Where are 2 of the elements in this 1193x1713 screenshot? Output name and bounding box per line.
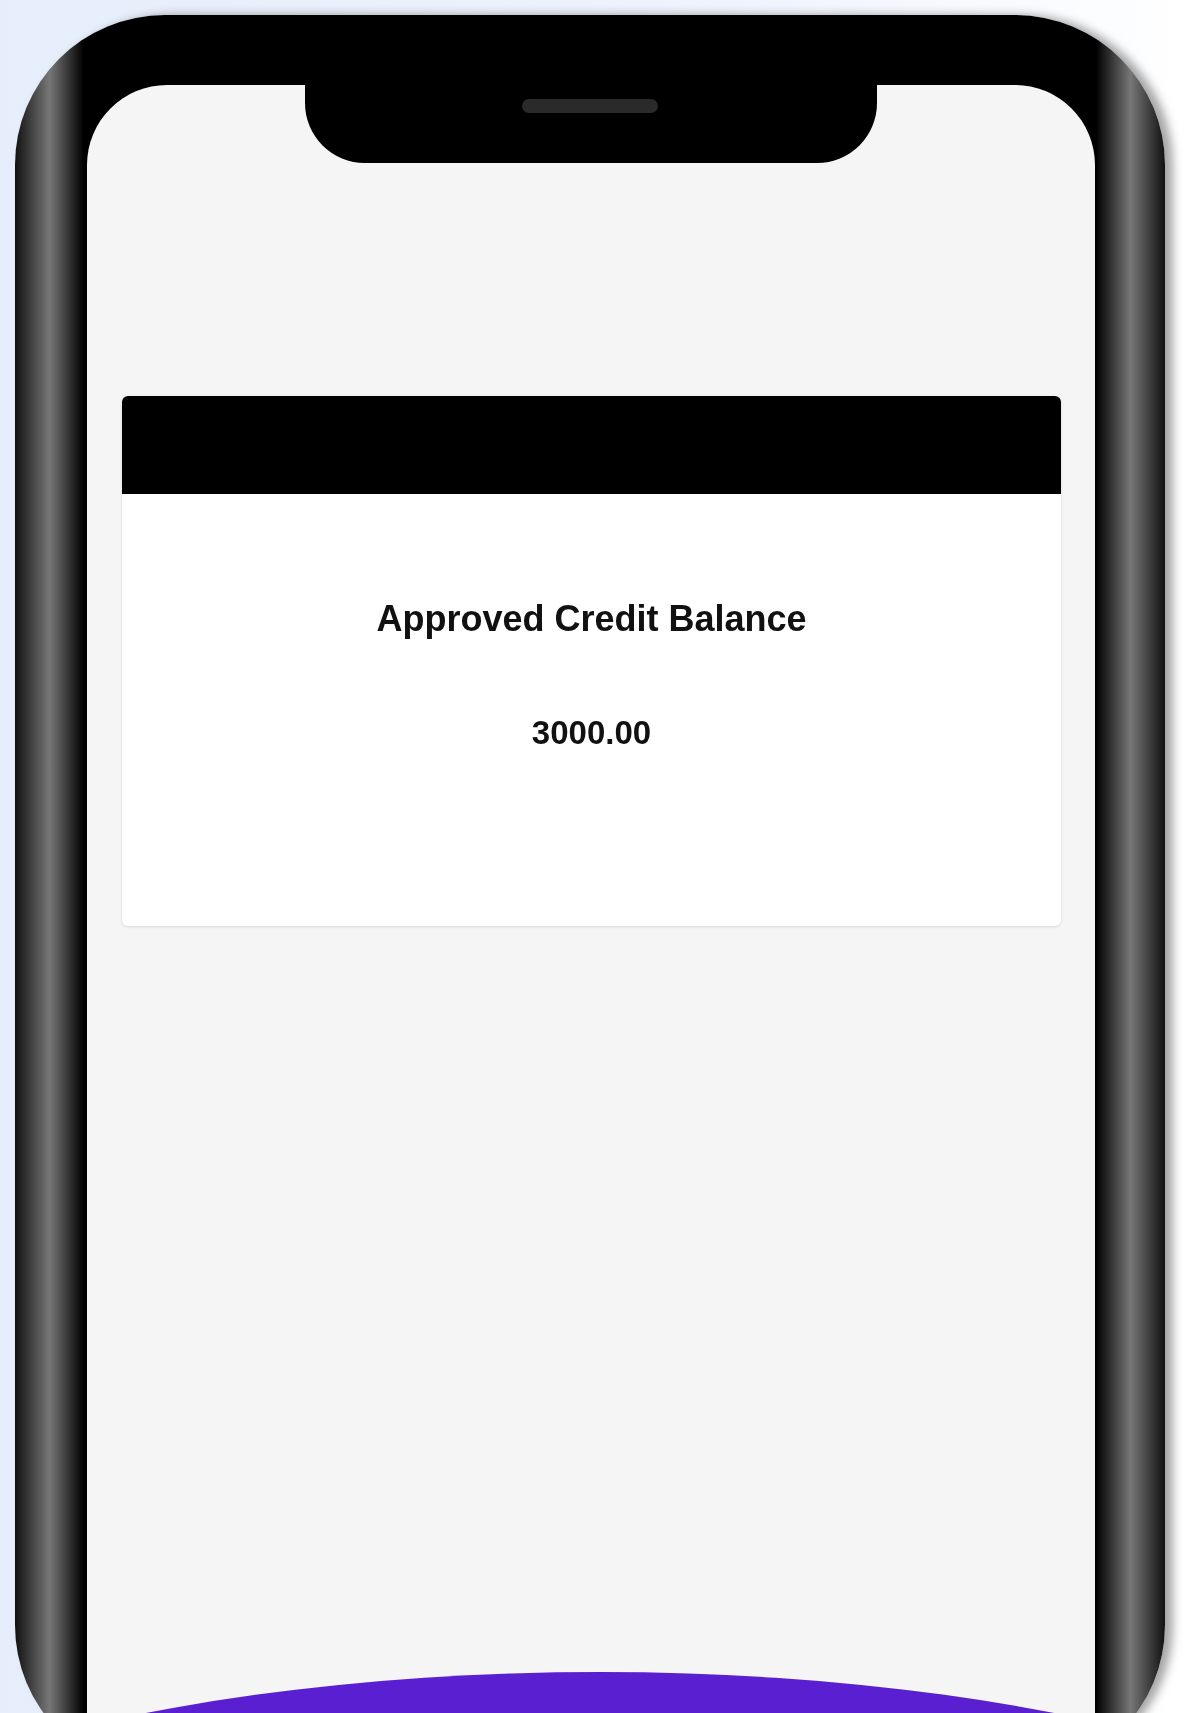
balance-amount: 3000.00: [530, 713, 653, 753]
card-title: Approved Credit Balance: [375, 597, 808, 641]
